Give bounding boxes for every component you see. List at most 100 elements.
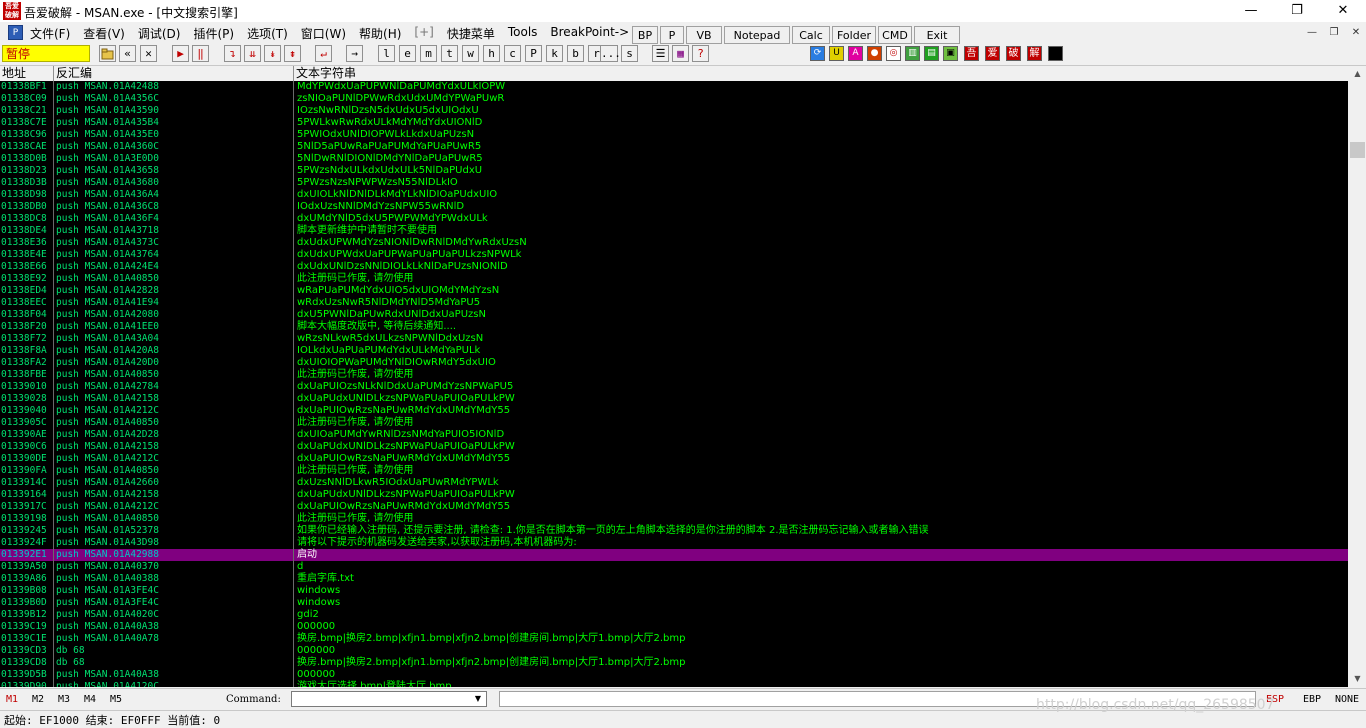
p-button[interactable]: P: [660, 26, 684, 44]
table-row[interactable]: 01338EEC push MSAN.01A41E94 wRdxUzsNwR5NlD…: [0, 297, 1348, 309]
column-disassembly[interactable]: 反汇编: [54, 66, 294, 81]
table-row[interactable]: 01338BF1 push MSAN.01A42488 MdYPWdxUaPUPWN…: [0, 81, 1348, 93]
table-row[interactable]: 01339198 push MSAN.01A40850 此注册码已作废, 请勿使用: [0, 513, 1348, 525]
table-row[interactable]: 013390DE push MSAN.01A4212C dxUaPUIOwRzsNa…: [0, 453, 1348, 465]
scroll-up-icon[interactable]: ▲: [1349, 66, 1366, 82]
table-row[interactable]: 01338CAE push MSAN.01A4360C 5NlD5aPUwRaPUa…: [0, 141, 1348, 153]
source-button[interactable]: s: [621, 45, 638, 62]
table-row[interactable]: 01338F04 push MSAN.01A42080 dxU5PWNlDaPUwR…: [0, 309, 1348, 321]
notepad-button[interactable]: Notepad: [724, 26, 790, 44]
windows-button[interactable]: w: [462, 45, 479, 62]
menu-plugins[interactable]: 插件(P): [193, 25, 234, 42]
logo-po-icon[interactable]: 破: [1006, 46, 1021, 61]
table-row[interactable]: 01339010 push MSAN.01A42784 dxUaPUIOzsNLkN…: [0, 381, 1348, 393]
patches-button[interactable]: P: [525, 45, 542, 62]
exit-button[interactable]: Exit: [914, 26, 960, 44]
table-row[interactable]: 01339C1E push MSAN.01A40A78 换房.bmp|换房2.bmp…: [0, 633, 1348, 645]
table-row[interactable]: 01339D5B push MSAN.01A40A38 000000: [0, 669, 1348, 681]
calc-button[interactable]: Calc: [792, 26, 830, 44]
scroll-down-icon[interactable]: ▼: [1349, 671, 1366, 687]
table-row[interactable]: 01339028 push MSAN.01A42158 dxUaPUdxUNlDLk…: [0, 393, 1348, 405]
table-row[interactable]: 01338F72 push MSAN.01A43A04 wRzsNLkwR5dxUL…: [0, 333, 1348, 345]
table-row[interactable]: 0133905C push MSAN.01A40850 此注册码已作废, 请勿使用: [0, 417, 1348, 429]
plugin-yellow-icon[interactable]: U: [829, 46, 844, 61]
table-row[interactable]: 01338E4E push MSAN.01A43764 dxUdxUPWdxUaPU…: [0, 249, 1348, 261]
command-input[interactable]: [291, 691, 487, 707]
table-row[interactable]: 01338E66 push MSAN.01A424E4 dxUdxUNlDzsNNl…: [0, 261, 1348, 273]
trace-into-icon[interactable]: ↡: [264, 45, 281, 62]
execute-till-return-icon[interactable]: ↵: [315, 45, 332, 62]
table-row[interactable]: 01339D90 push MSAN.01A4120C 游戏大厅选择.bmp|登陆大…: [0, 681, 1348, 687]
table-row[interactable]: 01339040 push MSAN.01A4212C dxUaPUIOwRzsNa…: [0, 405, 1348, 417]
cmd-button[interactable]: CMD: [878, 26, 912, 44]
table-row[interactable]: 013390AE push MSAN.01A42D28 dxUIOaPUMdYwRN…: [0, 429, 1348, 441]
table-row[interactable]: 01338FBE push MSAN.01A40850 此注册码已作废, 请勿使用: [0, 369, 1348, 381]
tab-m1[interactable]: M1: [6, 694, 18, 705]
folder-button[interactable]: Folder: [832, 26, 876, 44]
breakpoints-button[interactable]: b: [567, 45, 584, 62]
table-row[interactable]: 01338DE4 push MSAN.01A43718 脚本更新维护中请暂时不要使用: [0, 225, 1348, 237]
logo-wu-icon[interactable]: 吾: [964, 46, 979, 61]
table-row[interactable]: 01338DC8 push MSAN.01A436F4 dxUMdYNlD5dxU5…: [0, 213, 1348, 225]
plugin-circle-icon[interactable]: ●: [867, 46, 882, 61]
exec-modules-button[interactable]: e: [399, 45, 416, 62]
table-row[interactable]: 01338C21 push MSAN.01A43590 IOzsNwRNlDzsN5…: [0, 105, 1348, 117]
table-row[interactable]: 01338ED4 push MSAN.01A42828 wRaPUaPUMdYdxU…: [0, 285, 1348, 297]
help-icon[interactable]: ?: [692, 45, 709, 62]
table-row[interactable]: 01338C09 push MSAN.01A4356C zsNIOaPUNlDPWw…: [0, 93, 1348, 105]
table-row[interactable]: 01339B0D push MSAN.01A3FE4C windows: [0, 597, 1348, 609]
chevron-down-icon[interactable]: ▼: [470, 692, 486, 706]
ebp-label[interactable]: EBP: [1303, 694, 1321, 705]
console-icon[interactable]: [1048, 46, 1063, 61]
trace-over-icon[interactable]: ⇟: [284, 45, 301, 62]
vb-button[interactable]: VB: [686, 26, 722, 44]
table-row[interactable]: 01339CD8 db 68 换房.bmp|换房2.bmp|xfjn1.bmp|xf…: [0, 657, 1348, 669]
refresh-icon[interactable]: ⟳: [810, 46, 825, 61]
step-into-icon[interactable]: ↴: [224, 45, 241, 62]
table-row[interactable]: 01339A86 push MSAN.01A40388 重启字库.txt: [0, 573, 1348, 585]
table-row[interactable]: 01338D3B push MSAN.01A43680 5PWzsNzsNPWPWz…: [0, 177, 1348, 189]
menu-expand[interactable]: [+]: [414, 25, 433, 42]
table-row[interactable]: 01338F20 push MSAN.01A41EE0 脚本大幅度改版中, 等待后续…: [0, 321, 1348, 333]
column-text-string[interactable]: 文本字符串: [294, 66, 1348, 81]
table-row[interactable]: 01339A50 push MSAN.01A40370 d: [0, 561, 1348, 573]
table-row[interactable]: 01338C96 push MSAN.01A435E0 5PWIOdxUNlDIOP…: [0, 129, 1348, 141]
menu-shortcuts[interactable]: 快捷菜单: [447, 25, 495, 42]
target-icon[interactable]: ◎: [886, 46, 901, 61]
table-row[interactable]: 01338F8A push MSAN.01A420A8 IOLkdxUaPUaPUM…: [0, 345, 1348, 357]
logo-jie-icon[interactable]: 解: [1027, 46, 1042, 61]
plugin-a-icon[interactable]: A: [848, 46, 863, 61]
table-row[interactable]: 013390FA push MSAN.01A40850 此注册码已作废, 请勿使用: [0, 465, 1348, 477]
menu-options[interactable]: 选项(T): [247, 25, 288, 42]
chip-icon[interactable]: ▤: [924, 46, 939, 61]
run-trace-button[interactable]: ...: [600, 45, 621, 62]
tab-m4[interactable]: M4: [84, 694, 96, 705]
tab-m5[interactable]: M5: [110, 694, 122, 705]
menu-tools[interactable]: Tools: [508, 25, 538, 42]
tab-m2[interactable]: M2: [32, 694, 44, 705]
memory-map-button[interactable]: m: [420, 45, 437, 62]
table-row[interactable]: 0133924F push MSAN.01A43D98 请将以下提示的机器码发送给卖…: [0, 537, 1348, 549]
log-window-button[interactable]: l: [378, 45, 395, 62]
open-icon[interactable]: [99, 45, 116, 62]
table-row[interactable]: 0133914C push MSAN.01A42660 dxUzsNNlDLkwR5…: [0, 477, 1348, 489]
close-icon[interactable]: ✕: [140, 45, 157, 62]
vertical-scrollbar[interactable]: ▲ ▼: [1349, 66, 1366, 687]
call-stack-button[interactable]: k: [546, 45, 563, 62]
menu-debug[interactable]: 调试(D): [138, 25, 181, 42]
options-icon[interactable]: ▦: [672, 45, 689, 62]
menu-help[interactable]: 帮助(H): [359, 25, 401, 42]
table-row[interactable]: 01339C19 push MSAN.01A40A38 000000: [0, 621, 1348, 633]
table-row[interactable]: 013390C6 push MSAN.01A42158 dxUaPUdxUNlDLk…: [0, 441, 1348, 453]
run-icon[interactable]: ▶: [172, 45, 189, 62]
logo-ai-icon[interactable]: 爱: [985, 46, 1000, 61]
cpu-button[interactable]: c: [504, 45, 521, 62]
table-row[interactable]: 01338D23 push MSAN.01A43658 5PWzsNdxULkdxU…: [0, 165, 1348, 177]
none-label[interactable]: NONE: [1335, 694, 1359, 705]
menu-breakpoint[interactable]: BreakPoint->: [550, 25, 629, 42]
threads-button[interactable]: t: [441, 45, 458, 62]
tab-m3[interactable]: M3: [58, 694, 70, 705]
goto-icon[interactable]: →: [346, 45, 363, 62]
system-menu-icon[interactable]: P: [8, 25, 23, 40]
list-icon[interactable]: ☰: [652, 45, 669, 62]
